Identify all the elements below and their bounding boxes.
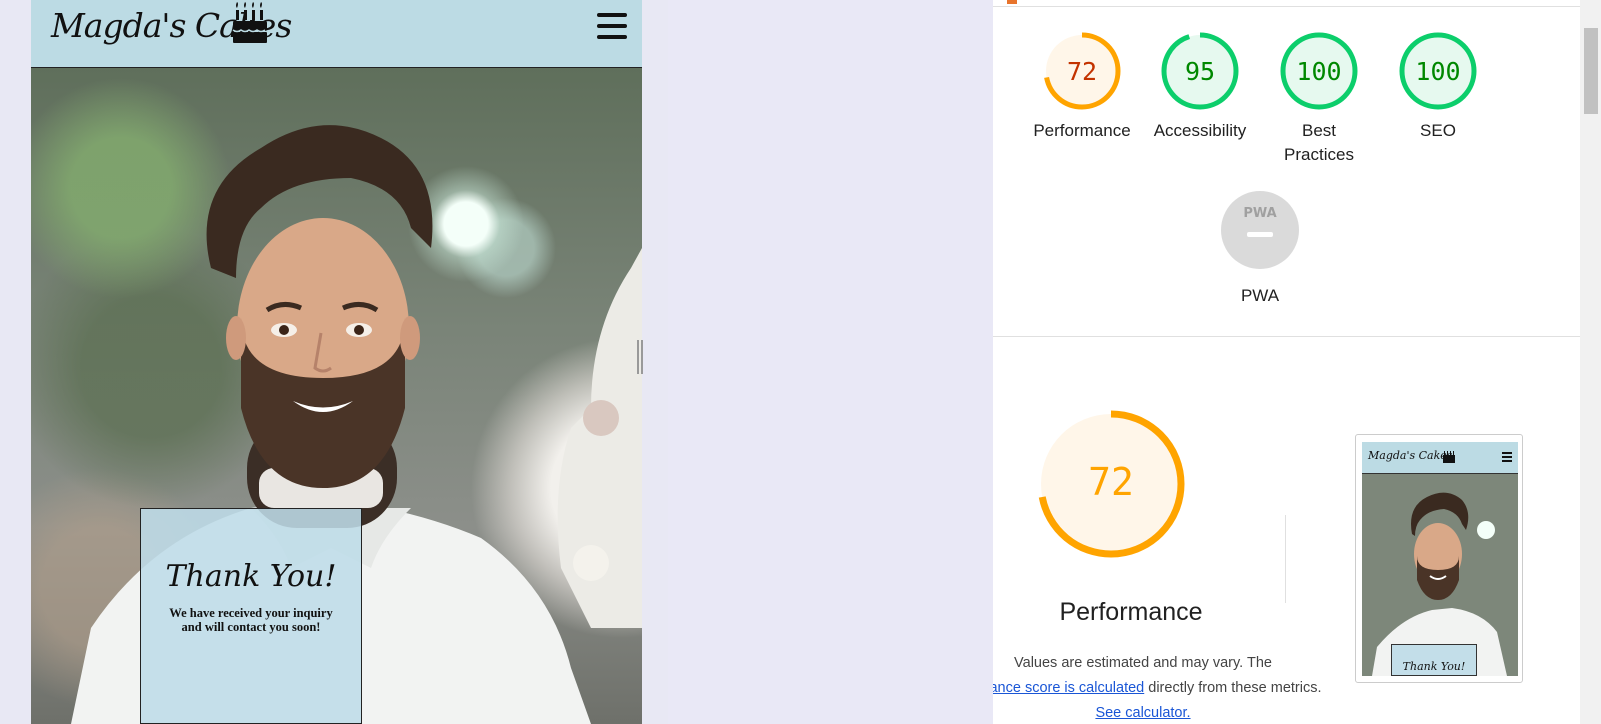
lighthouse-icon — [1007, 0, 1017, 4]
pwa-badge-icon: PWA — [1221, 191, 1299, 269]
score-calculated-link[interactable]: ormance score is calculated — [993, 680, 1144, 696]
gauge-ring-icon: 72 — [1043, 32, 1121, 110]
site-header: Magda's Cakes — [31, 0, 642, 68]
thumbnail-menu-icon — [1502, 452, 1512, 464]
resize-handle[interactable] — [637, 340, 645, 374]
lighthouse-report: 72 Performance 95 Accessibility 100 Best… — [993, 0, 1580, 724]
pwa-badge-text: PWA — [1243, 206, 1276, 221]
gauge-ring-icon: 100 — [1399, 32, 1477, 110]
section-divider — [993, 336, 1580, 337]
birthday-cake-icon — [232, 2, 267, 43]
desc-text: directly from these metrics. — [1144, 680, 1322, 696]
gauge-accessibility[interactable]: 95 Accessibility — [1138, 31, 1262, 143]
gauge-label: Best Practices — [1284, 121, 1354, 164]
see-calculator-link[interactable]: See calculator. — [1095, 705, 1190, 721]
performance-description: Values are estimated and may vary. The o… — [993, 651, 1333, 724]
scrollbar-thumb[interactable] — [1584, 28, 1598, 114]
gauge-label: Performance — [1033, 121, 1131, 140]
performance-title: Performance — [1059, 598, 1203, 626]
gauge-performance[interactable]: 72 Performance — [1020, 31, 1144, 143]
thumbnail-cake-icon — [1443, 451, 1455, 463]
performance-score-large: 72 — [1088, 460, 1134, 504]
gauge-pwa[interactable]: PWA PWA — [1198, 190, 1322, 308]
gauge-label: Accessibility — [1153, 121, 1247, 140]
gauge-seo[interactable]: 100 SEO — [1376, 31, 1500, 143]
thank-you-card: Thank You! We have received your inquiry… — [140, 508, 362, 724]
mobile-page: Magda's Cakes Thank You! We have receive… — [31, 0, 642, 724]
final-screenshot-thumbnail[interactable]: Magda's Cakes Thank You! — [1355, 434, 1523, 683]
gauge-label: SEO — [1420, 121, 1456, 140]
thumbnail-logo: Magda's Cakes — [1368, 449, 1453, 462]
gauge-score: 100 — [1296, 57, 1341, 86]
thumbnail-thank-card: Thank You! — [1391, 644, 1477, 676]
thank-you-message: We have received your inquiry and will c… — [169, 606, 333, 634]
gauge-ring-icon: 95 — [1161, 32, 1239, 110]
hero-photo: Thank You! We have received your inquiry… — [31, 68, 642, 724]
gauge-score: 72 — [1067, 57, 1097, 86]
gauge-score: 100 — [1415, 57, 1460, 86]
top-divider — [993, 6, 1580, 7]
thumbnail-header: Magda's Cakes — [1362, 442, 1518, 474]
thumbnail-card-text: Thank You! — [1402, 660, 1466, 673]
report-scrollbar[interactable] — [1580, 0, 1601, 724]
performance-gauge-large[interactable]: 72 — [1036, 409, 1186, 559]
gauge-best-practices[interactable]: 100 Best Practices — [1257, 31, 1381, 167]
thumbnail-page: Magda's Cakes Thank You! — [1362, 442, 1518, 676]
vertical-divider — [1285, 515, 1286, 603]
gauge-score: 95 — [1185, 57, 1215, 86]
hamburger-menu-icon[interactable] — [597, 13, 627, 39]
gauge-ring-icon: 100 — [1280, 32, 1358, 110]
thank-you-title: Thank You! — [165, 559, 337, 594]
mobile-preview-area: Magda's Cakes Thank You! We have receive… — [0, 0, 668, 724]
empty-viewport-area — [668, 0, 993, 724]
desc-text: Values are estimated and may vary. The — [1014, 655, 1272, 671]
gauge-label: PWA — [1240, 286, 1280, 305]
